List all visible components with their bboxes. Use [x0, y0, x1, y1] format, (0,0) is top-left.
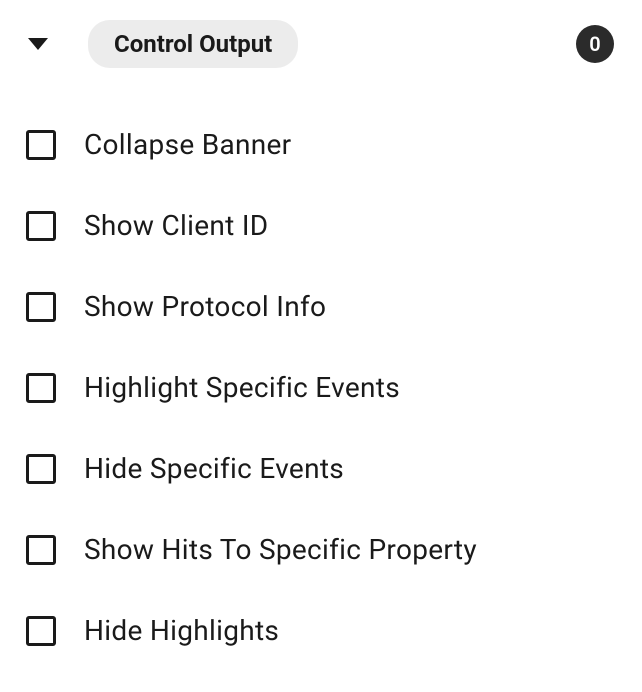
option-show-hits-to-specific-property[interactable]: Show Hits To Specific Property	[20, 533, 622, 566]
checkbox[interactable]	[26, 535, 56, 565]
option-highlight-specific-events[interactable]: Highlight Specific Events	[20, 371, 622, 404]
checkbox[interactable]	[26, 292, 56, 322]
checkbox[interactable]	[26, 616, 56, 646]
chevron-down-icon[interactable]	[28, 38, 48, 50]
option-label: Show Hits To Specific Property	[84, 533, 477, 566]
checkbox[interactable]	[26, 211, 56, 241]
option-hide-specific-events[interactable]: Hide Specific Events	[20, 452, 622, 485]
option-label: Show Client ID	[84, 209, 268, 242]
option-label: Hide Highlights	[84, 614, 279, 647]
option-hide-highlights[interactable]: Hide Highlights	[20, 614, 622, 647]
checkbox[interactable]	[26, 373, 56, 403]
badge-count: 0	[589, 32, 600, 56]
option-label: Show Protocol Info	[84, 290, 326, 323]
checkbox[interactable]	[26, 130, 56, 160]
section-header: Control Output 0	[20, 20, 622, 68]
option-label: Hide Specific Events	[84, 452, 344, 485]
option-collapse-banner[interactable]: Collapse Banner	[20, 128, 622, 161]
count-badge: 0	[576, 25, 614, 63]
section-title-pill[interactable]: Control Output	[88, 20, 298, 68]
option-show-protocol-info[interactable]: Show Protocol Info	[20, 290, 622, 323]
option-label: Collapse Banner	[84, 128, 291, 161]
option-label: Highlight Specific Events	[84, 371, 400, 404]
options-list: Collapse Banner Show Client ID Show Prot…	[20, 128, 622, 647]
option-show-client-id[interactable]: Show Client ID	[20, 209, 622, 242]
section-title: Control Output	[114, 30, 272, 58]
checkbox[interactable]	[26, 454, 56, 484]
